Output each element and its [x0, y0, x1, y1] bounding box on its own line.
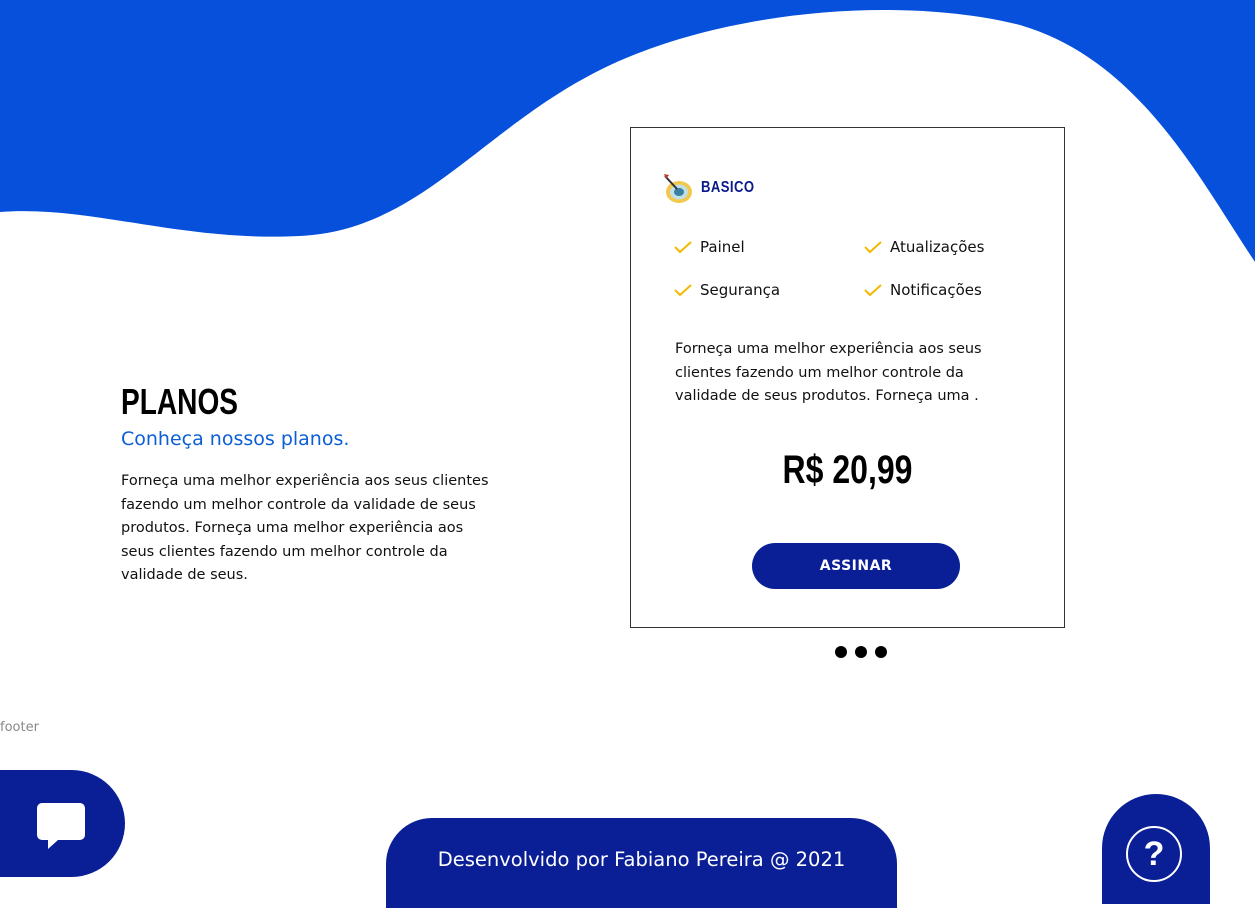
carousel-dot-3[interactable] — [875, 646, 887, 658]
footer-credits: Desenvolvido por Fabiano Pereira @ 2021 — [386, 818, 897, 908]
feature-label: Atualizações — [890, 238, 985, 256]
feature-item-seguranca: Segurança — [673, 279, 863, 301]
credits-text: Desenvolvido por Fabiano Pereira @ 2021 — [437, 848, 846, 871]
plan-name: BASICO — [701, 179, 755, 196]
help-button[interactable]: ? — [1102, 794, 1210, 904]
plan-header: BASICO — [661, 170, 766, 206]
check-icon — [674, 284, 692, 297]
carousel-dot-2[interactable] — [855, 646, 867, 658]
chat-button[interactable] — [0, 770, 125, 877]
feature-item-notificacoes: Notificações — [863, 279, 1033, 301]
chat-bubble-icon — [37, 803, 85, 849]
check-icon — [864, 284, 882, 297]
feature-label: Painel — [700, 238, 745, 256]
feature-item-painel: Painel — [673, 236, 863, 258]
plan-features: Painel Atualizações Segurança Notificaçõ… — [673, 236, 1033, 301]
question-mark-icon: ? — [1126, 826, 1182, 882]
plans-title: PLANOS — [121, 381, 239, 422]
carousel-dot-1[interactable] — [835, 646, 847, 658]
feature-label: Notificações — [890, 281, 982, 299]
plan-card: BASICO Painel Atualizações Segurança Not… — [630, 127, 1065, 628]
plans-intro: PLANOS Conheça nossos planos. Forneça um… — [121, 380, 501, 588]
check-icon — [864, 241, 882, 254]
plan-description: Forneça uma melhor experiência aos seus … — [675, 341, 982, 404]
check-icon — [674, 241, 692, 254]
header-blue-wave — [0, 0, 1255, 262]
plan-price: R$ 20,99 — [782, 448, 913, 492]
carousel-pagination — [835, 646, 887, 658]
plans-subtitle: Conheça nossos planos. — [121, 428, 350, 450]
subscribe-button[interactable]: ASSINAR — [752, 543, 960, 589]
plans-description: Forneça uma melhor experiência aos seus … — [121, 473, 489, 583]
footer-label: footer — [0, 720, 39, 735]
target-dart-icon — [664, 174, 692, 203]
feature-label: Segurança — [700, 281, 781, 299]
feature-item-atualizacoes: Atualizações — [863, 236, 1033, 258]
